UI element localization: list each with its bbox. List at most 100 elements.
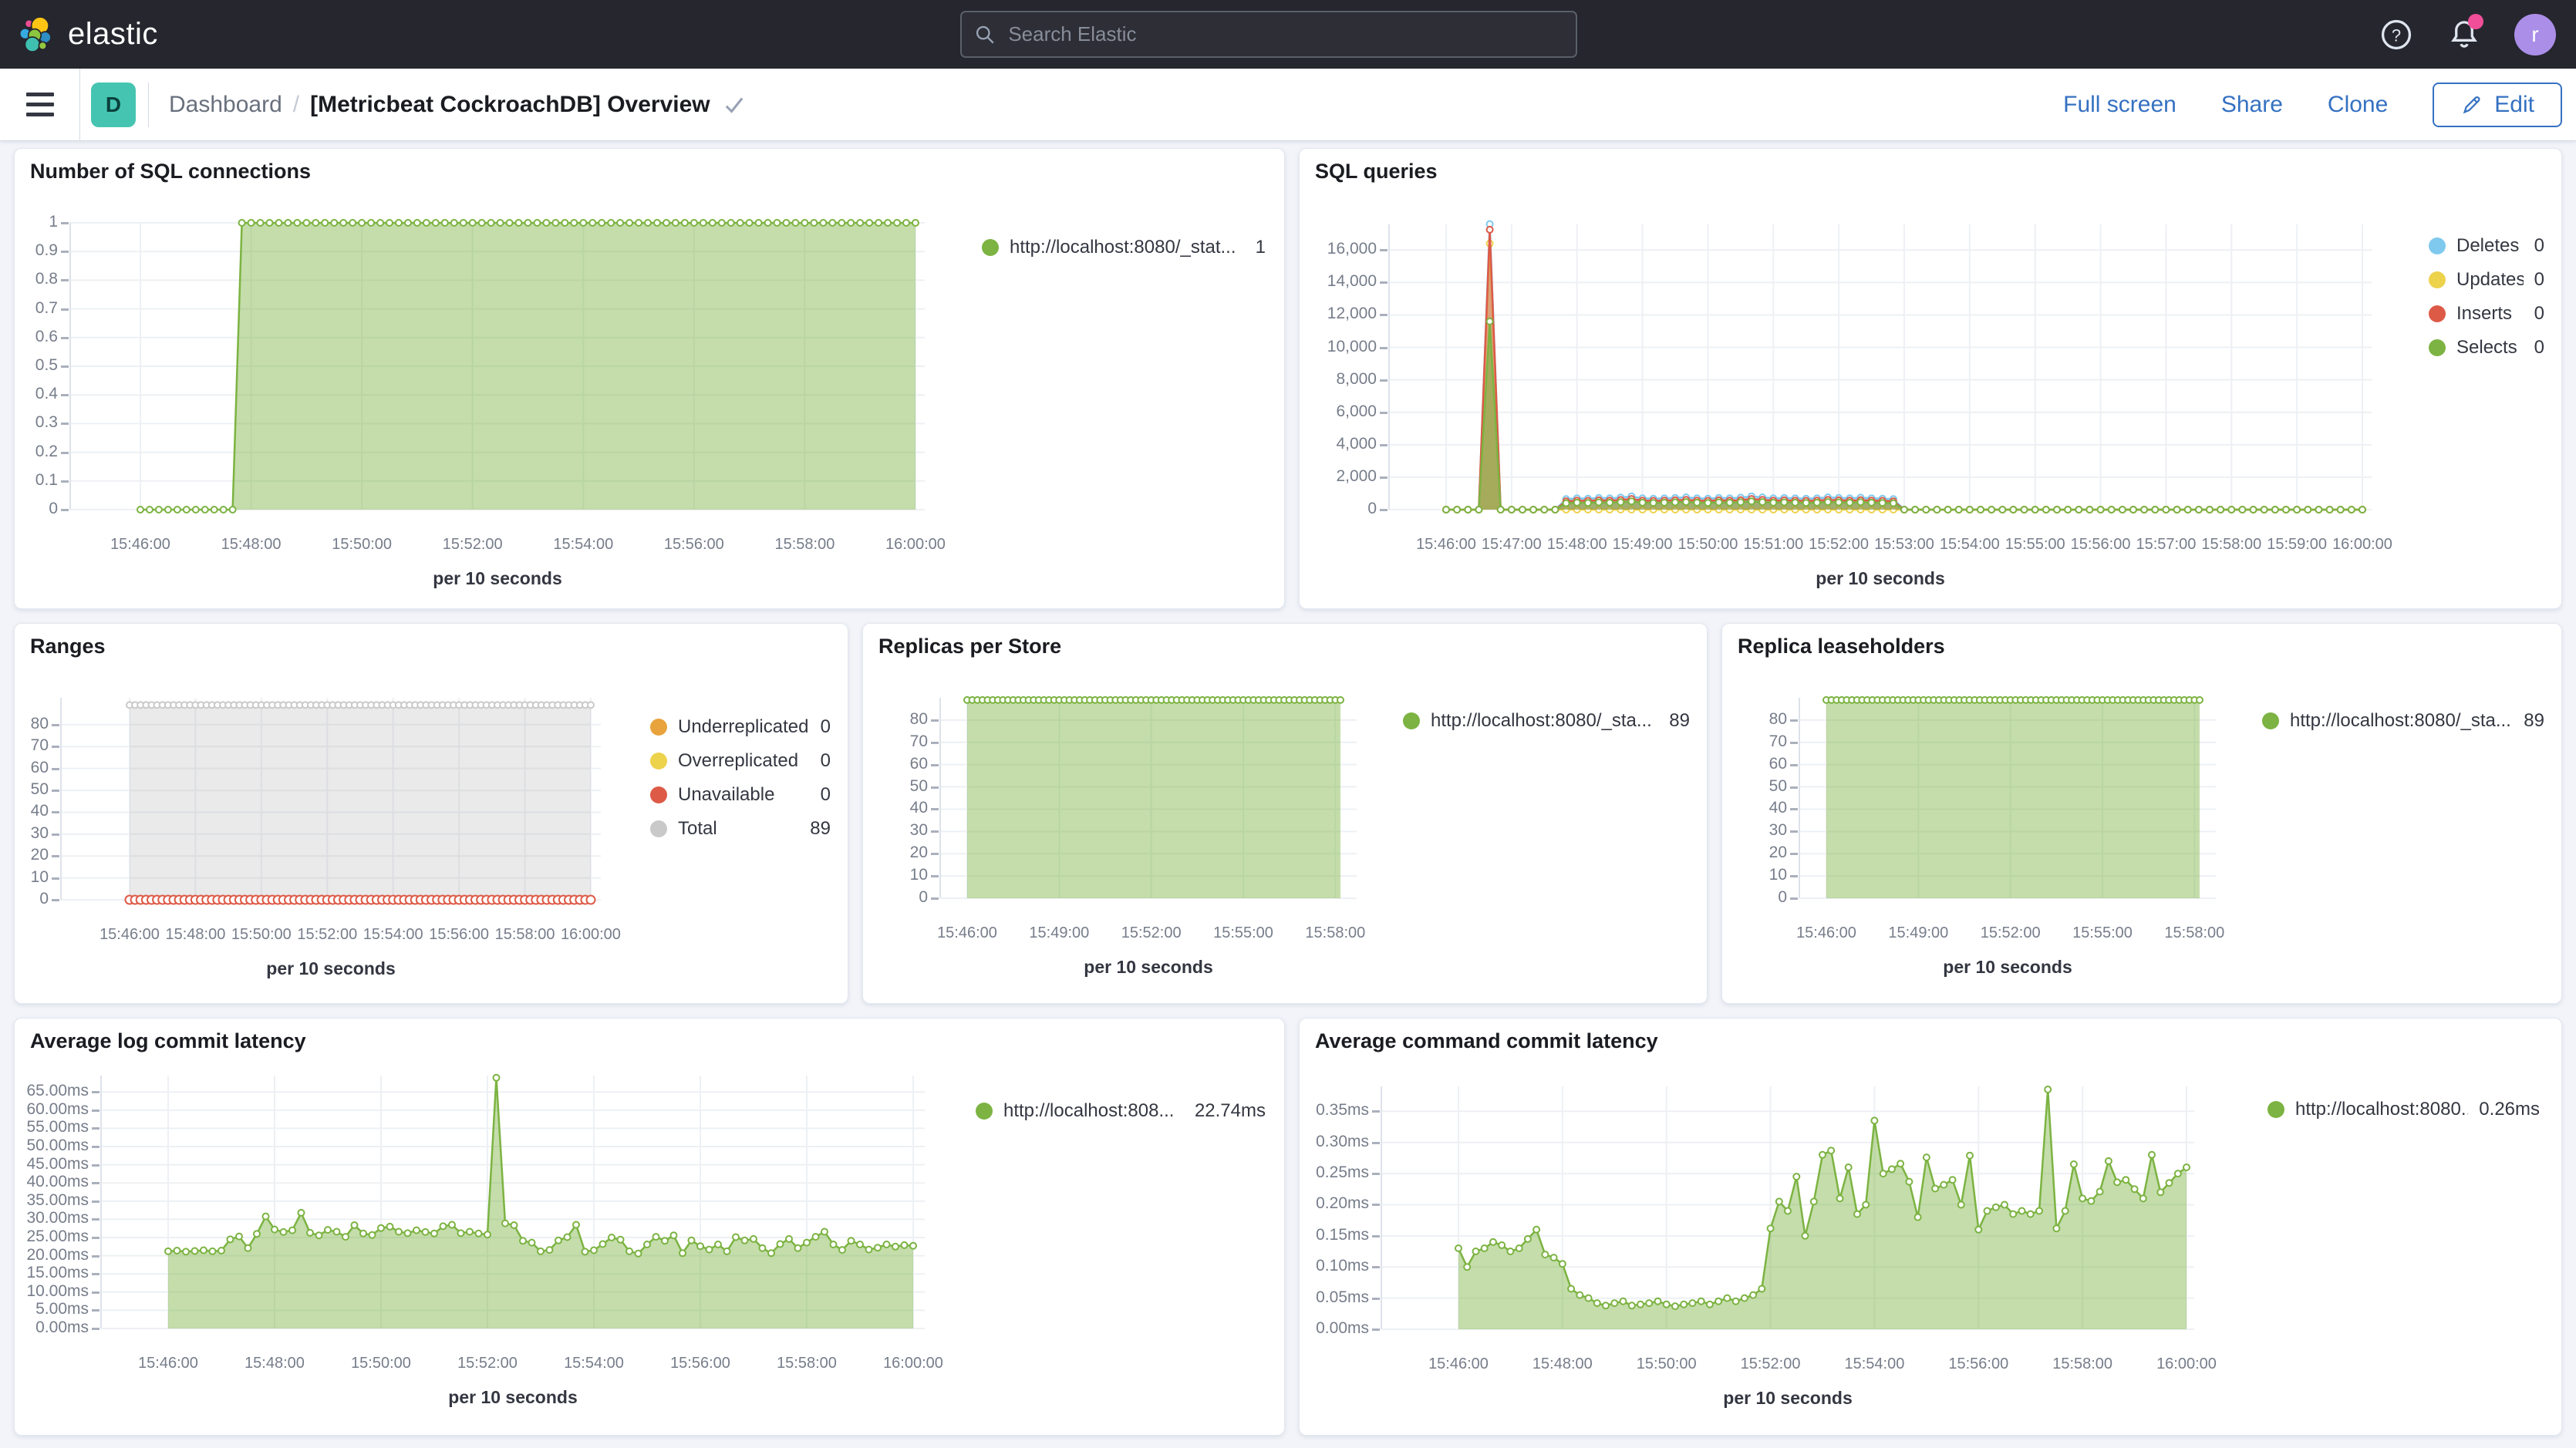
data-point-marker <box>1999 507 2005 513</box>
data-point-marker <box>239 220 245 226</box>
data-point-marker <box>1707 1302 1713 1308</box>
data-point-marker <box>733 1234 739 1241</box>
title-check-icon[interactable] <box>721 92 747 118</box>
legend-item[interactable]: http://localhost:808...22.74ms <box>976 1100 1266 1122</box>
legend-item[interactable]: Updates0 <box>2429 269 2544 291</box>
legend-item[interactable]: http://localhost:8080/_sta...89 <box>1403 710 1690 732</box>
data-point-marker <box>697 1243 703 1249</box>
full-screen-button[interactable]: Full screen <box>2063 92 2176 118</box>
y-tick-mark <box>1372 1204 1380 1206</box>
data-point-marker <box>636 1251 642 1257</box>
data-point-marker <box>1482 1245 1488 1251</box>
y-tick-label: 20 <box>1722 844 1787 862</box>
y-tick-mark <box>92 1091 99 1093</box>
data-point-marker <box>349 220 356 226</box>
panel-title[interactable]: Average log commit latency <box>30 1029 306 1053</box>
chart-plot[interactable] <box>1389 224 2372 510</box>
chart-plot[interactable] <box>101 1076 925 1328</box>
legend-item[interactable]: Deletes0 <box>2429 235 2544 257</box>
legend-label: Deletes <box>2456 235 2519 257</box>
data-point-marker <box>1507 1248 1513 1254</box>
data-point-marker <box>1750 1292 1756 1298</box>
y-tick-mark <box>61 222 69 224</box>
data-point-marker <box>1475 507 1482 513</box>
data-point-marker <box>617 220 623 226</box>
data-point-marker <box>1940 1182 1947 1188</box>
breadcrumb-dashboard-link[interactable]: Dashboard <box>169 92 282 118</box>
notifications-bell-icon[interactable] <box>2446 17 2482 52</box>
y-tick-label: 80 <box>863 710 928 729</box>
legend-item[interactable]: Unavailable0 <box>650 784 831 806</box>
elastic-logo[interactable]: elastic <box>0 15 231 55</box>
clone-button[interactable]: Clone <box>2328 92 2388 118</box>
series-area <box>168 1078 913 1328</box>
data-point-marker <box>1455 1245 1462 1251</box>
series-area <box>1826 700 2200 898</box>
panel-title[interactable]: Average command commit latency <box>1315 1029 1658 1053</box>
chart-plot[interactable] <box>940 698 1357 898</box>
help-icon[interactable]: ? <box>2379 17 2414 52</box>
panel-title[interactable]: SQL queries <box>1315 160 1438 184</box>
x-tick-label: 15:58:00 <box>2028 1355 2136 1373</box>
data-point-marker <box>671 1232 677 1238</box>
data-point-marker <box>423 1229 429 1235</box>
panel-title[interactable]: Number of SQL connections <box>30 160 311 184</box>
search-input[interactable] <box>1006 22 1563 47</box>
data-point-marker <box>2019 1208 2025 1214</box>
data-point-marker <box>848 1238 855 1244</box>
y-tick-label: 0.30ms <box>1300 1133 1369 1151</box>
data-point-marker <box>488 220 494 226</box>
y-tick-mark <box>1380 412 1387 414</box>
data-point-marker <box>682 220 688 226</box>
y-tick-mark <box>1790 719 1798 722</box>
data-point-marker <box>511 1222 518 1228</box>
chart-plot[interactable] <box>61 698 601 900</box>
data-point-marker <box>248 220 255 226</box>
chart-plot[interactable] <box>1799 698 2216 898</box>
y-tick-label: 0 <box>15 890 49 908</box>
data-point-marker <box>552 220 558 226</box>
y-tick-label: 4,000 <box>1300 435 1377 453</box>
share-button[interactable]: Share <box>2221 92 2283 118</box>
legend-item[interactable]: Total89 <box>650 818 831 840</box>
series-area <box>1458 1089 2187 1329</box>
data-point-marker <box>1819 1152 1826 1158</box>
y-tick-label: 2,000 <box>1300 467 1377 486</box>
data-point-marker <box>230 507 236 513</box>
pencil-icon <box>2460 93 2483 116</box>
legend-item[interactable]: Inserts0 <box>2429 303 2544 325</box>
legend-item[interactable]: http://localhost:8080...0.26ms <box>2267 1099 2540 1120</box>
search-icon <box>974 23 996 46</box>
data-point-marker <box>811 220 817 226</box>
data-point-marker <box>1519 507 1526 513</box>
panel-title[interactable]: Replicas per Store <box>878 635 1061 658</box>
notification-badge <box>2468 14 2483 29</box>
chart-plot[interactable] <box>70 223 925 510</box>
legend-item[interactable]: http://localhost:8080/_sta...89 <box>2262 710 2544 732</box>
data-point-marker <box>902 1242 908 1248</box>
legend-item[interactable]: Overreplicated0 <box>650 750 831 772</box>
data-point-marker <box>618 1237 624 1243</box>
x-tick-label: 15:50:00 <box>327 1355 435 1372</box>
legend-item[interactable]: http://localhost:8080/_stat...1 <box>982 237 1266 258</box>
user-avatar[interactable]: r <box>2514 14 2556 56</box>
data-point-marker <box>2348 507 2355 513</box>
data-point-marker <box>1915 1214 1921 1221</box>
hamburger-menu-icon[interactable] <box>0 69 80 141</box>
legend-color-dot <box>650 820 667 837</box>
panel-title[interactable]: Ranges <box>30 635 106 658</box>
legend-item[interactable]: Underreplicated0 <box>650 716 831 738</box>
data-point-marker <box>2053 1225 2059 1231</box>
legend-item[interactable]: Selects0 <box>2429 337 2544 359</box>
x-tick-label: 15:54:00 <box>529 536 637 554</box>
data-point-marker <box>1967 1153 1973 1159</box>
chart-plot[interactable] <box>1381 1086 2194 1329</box>
data-point-marker <box>423 220 430 226</box>
global-search[interactable] <box>960 11 1577 58</box>
y-tick-mark <box>92 1110 99 1112</box>
edit-button[interactable]: Edit <box>2433 83 2562 127</box>
legend-color-dot <box>2429 237 2446 254</box>
panel-title[interactable]: Replica leaseholders <box>1738 635 1945 658</box>
legend-label: http://localhost:8080/_sta... <box>1431 710 1652 732</box>
data-point-marker <box>598 220 605 226</box>
